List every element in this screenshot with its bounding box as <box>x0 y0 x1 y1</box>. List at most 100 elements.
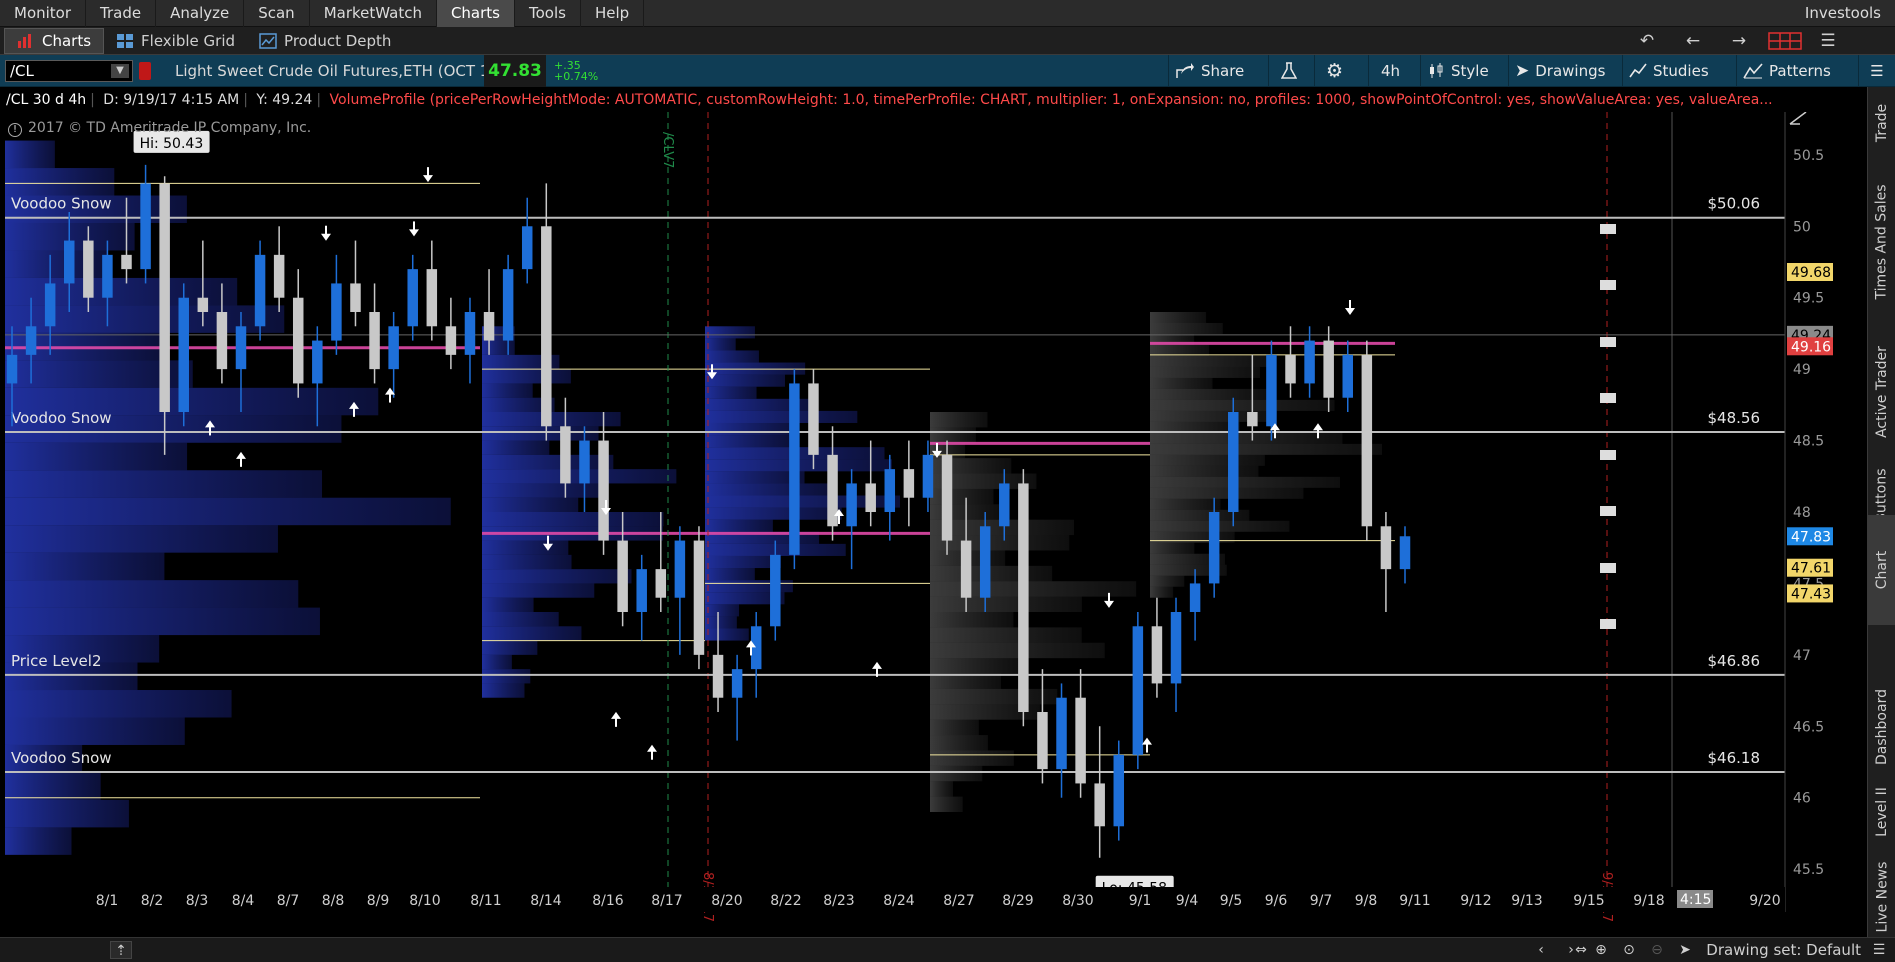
candle-body <box>1285 354 1296 384</box>
timeframe-label: 4h <box>1380 62 1401 80</box>
menu-monitor[interactable]: Monitor <box>0 0 87 27</box>
studies-icon <box>1629 63 1647 78</box>
volume-profile-row <box>482 569 632 584</box>
candle-body <box>941 454 953 541</box>
menu-trade[interactable]: Trade <box>86 0 157 27</box>
net-change: +.35 +0.74% <box>554 60 598 82</box>
menu-marketwatch[interactable]: MarketWatch <box>310 0 437 27</box>
candle-body <box>178 297 189 412</box>
sidebar-tab-chart[interactable]: Chart <box>1868 515 1895 625</box>
back-arrow-icon[interactable]: ← <box>1670 27 1716 55</box>
menu-analyze[interactable]: Analyze <box>156 0 245 27</box>
tab-flexible-grid[interactable]: Flexible Grid <box>104 28 247 54</box>
candle-body <box>369 312 380 370</box>
price-tick-label: 45.5 <box>1793 862 1824 878</box>
tab-charts[interactable]: Charts <box>4 27 105 54</box>
drawings-button[interactable]: ➤ Drawings <box>1508 55 1611 87</box>
symbol-flag-icon[interactable] <box>139 62 151 80</box>
timeframe-button[interactable]: 4h <box>1368 55 1412 87</box>
studies-button[interactable]: Studies <box>1622 55 1715 87</box>
crosshair-icon[interactable]: ⊕ <box>1590 941 1612 959</box>
sidebar-tab-live-news[interactable]: Live News <box>1868 857 1895 937</box>
style-button[interactable]: Style <box>1420 55 1495 87</box>
high-label: Hi: 50.43 <box>140 136 204 152</box>
sidebar-tab-active-trader[interactable]: Active Trader <box>1868 337 1895 447</box>
candle-body <box>560 426 571 484</box>
zoom-out-icon[interactable]: ⊖ <box>1646 941 1668 959</box>
cursor-y-value: Y: 49.24 <box>256 92 313 108</box>
layout-grid-icon[interactable] <box>1762 27 1808 55</box>
candle-body <box>235 326 247 370</box>
pointer-cursor-icon[interactable]: ➤ <box>1674 941 1696 959</box>
price-level-value: $48.56 <box>1708 409 1761 427</box>
candle-body <box>1056 697 1067 770</box>
chart-menu-button[interactable]: ☰ <box>1858 55 1895 87</box>
flask-icon <box>1280 62 1297 79</box>
patterns-button[interactable]: Patterns <box>1736 55 1837 87</box>
collapse-up-icon[interactable]: ⇡ <box>110 941 132 959</box>
volume-profile-row <box>482 626 582 641</box>
flask-button[interactable] <box>1268 55 1308 87</box>
tab-product-depth[interactable]: Product Depth <box>247 28 403 54</box>
menu-help[interactable]: Help <box>581 0 645 27</box>
sidebar-tab-dashboard-label: Dashboard <box>1874 689 1890 765</box>
time-tick-label: 9/13 <box>1511 893 1542 909</box>
zoom-in-icon[interactable]: ⊙ <box>1618 941 1640 959</box>
time-tick-label: 8/11 <box>470 893 501 909</box>
menu-lines-icon[interactable]: ☰ <box>1808 27 1848 55</box>
volume-profile-row <box>1150 377 1213 389</box>
volume-profile-row <box>1150 487 1304 499</box>
volume-profile-row <box>1150 388 1267 400</box>
volume-profile-row <box>482 512 664 527</box>
candle-body <box>1189 583 1201 612</box>
share-button[interactable]: Share <box>1168 55 1250 87</box>
candle-body <box>579 440 590 484</box>
volume-profile-row <box>5 580 299 608</box>
info-icon[interactable]: ! <box>8 123 22 137</box>
sidebar-tab-times-and-sales[interactable]: Times And Sales <box>1868 167 1895 317</box>
chart-canvas[interactable]: /CLV78/18/179/15/17Voodoo Snow$50.06Vood… <box>0 111 1867 937</box>
cp-marker <box>1600 619 1616 629</box>
sidebar-tab-live-news-label: Live News <box>1874 861 1890 933</box>
price-chart[interactable]: /CLV78/18/179/15/17Voodoo Snow$50.06Vood… <box>0 111 1895 937</box>
drawing-set-label[interactable]: Drawing set: Default <box>1706 938 1861 962</box>
sidebar-tab-trade[interactable]: Trade <box>1868 95 1895 151</box>
volume-profile-row <box>705 604 740 617</box>
cp-marker <box>1600 337 1616 347</box>
scroll-left-icon[interactable]: ‹ <box>1530 941 1552 959</box>
study-description[interactable]: VolumeProfile (pricePerRowHeightMode: AU… <box>330 92 1773 108</box>
footer-menu-icon[interactable]: ☰ <box>1868 941 1890 959</box>
sidebar-tab-times-and-sales-label: Times And Sales <box>1874 184 1890 300</box>
candle-body <box>1018 483 1029 712</box>
time-tick-label: 9/1 <box>1129 893 1152 909</box>
price-tick-label: 46.5 <box>1793 719 1824 735</box>
sidebar-tab-trade-label: Trade <box>1874 103 1890 143</box>
candle-body <box>1113 754 1125 827</box>
volume-profile-row <box>482 669 531 684</box>
candle-body <box>1361 354 1373 527</box>
candle-body <box>693 540 705 655</box>
candle-body <box>502 269 514 341</box>
volume-profile-row <box>1150 410 1277 422</box>
symbol-selector[interactable]: /CL ▼ <box>5 60 133 82</box>
volume-profile-row <box>482 440 550 455</box>
settings-button[interactable]: ⚙ <box>1314 55 1354 87</box>
candle-body <box>636 569 647 612</box>
volume-profile-row <box>5 442 188 471</box>
forward-arrow-icon[interactable]: → <box>1716 27 1762 55</box>
expand-horizontal-icon[interactable]: ⇔ <box>1570 941 1592 959</box>
undo-icon[interactable]: ↶ <box>1624 27 1670 55</box>
subtab-bar: Charts Flexible Grid Product Depth <box>0 27 1895 55</box>
menu-charts[interactable]: Charts <box>436 0 515 27</box>
volume-profile-row <box>930 719 979 736</box>
candle-body <box>770 554 781 627</box>
sidebar-tab-dashboard[interactable]: Dashboard <box>1868 677 1895 777</box>
sidebar-tab-level-ii[interactable]: Level II <box>1868 777 1895 847</box>
price-tick-label: 48.5 <box>1793 434 1824 450</box>
volume-profile-row <box>705 410 858 423</box>
dropdown-arrow-icon[interactable]: ▼ <box>111 64 129 78</box>
menu-scan[interactable]: Scan <box>244 0 310 27</box>
candle-body <box>884 469 896 512</box>
menu-tools[interactable]: Tools <box>515 0 581 27</box>
menu-lines-icon: ☰ <box>1870 62 1884 80</box>
